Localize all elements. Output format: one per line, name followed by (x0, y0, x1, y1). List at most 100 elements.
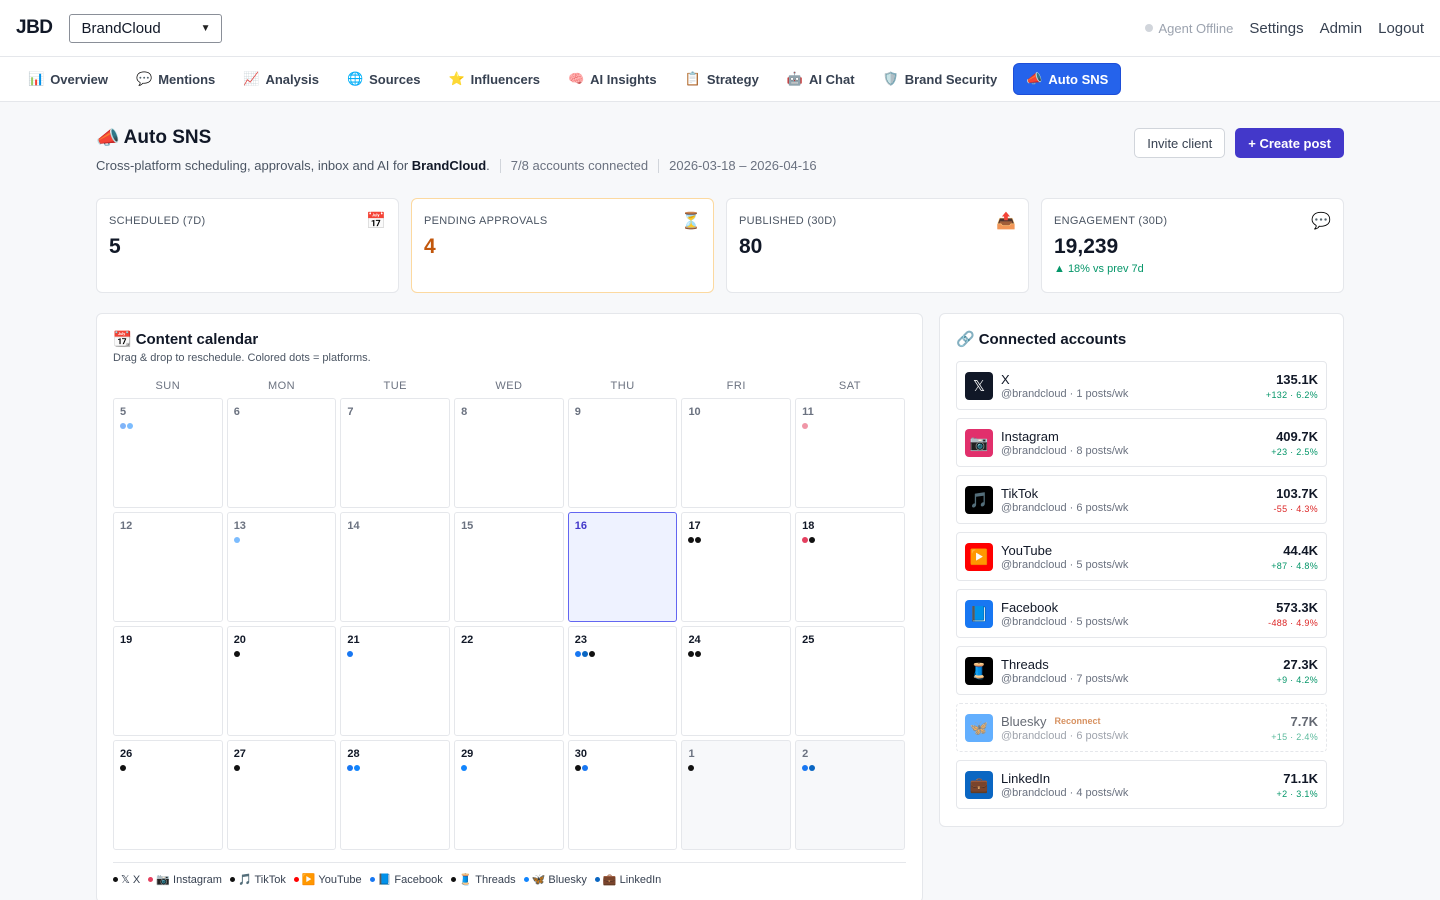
account-row-youtube[interactable]: ▶️ YouTube @brandcloud · 5 posts/wk 44.4K +8… (956, 532, 1327, 581)
calendar-day[interactable]: 26 (113, 740, 223, 850)
tab-analysis[interactable]: 📈 Analysis (231, 64, 331, 94)
calendar-day[interactable]: 18 (795, 512, 905, 622)
account-info: TikTok @brandcloud · 6 posts/wk (1001, 486, 1128, 514)
stat-label: PUBLISHED (30D) (739, 215, 837, 227)
facebook-post-dot[interactable] (581, 765, 588, 771)
stat-value: 4 (424, 235, 436, 258)
facebook-post-dot[interactable] (120, 423, 126, 429)
calendar-day[interactable]: 23 (567, 626, 678, 736)
facebook-post-dot[interactable] (347, 765, 354, 771)
tab-ai-insights[interactable]: 🧠 AI Insights (556, 64, 669, 94)
x-post-dot[interactable] (688, 651, 695, 657)
calendar-day[interactable]: 14 (340, 512, 451, 622)
calendar-day[interactable]: 6 (226, 398, 337, 508)
calendar-day[interactable]: 15 (454, 512, 564, 622)
tiktok-post-dot[interactable] (120, 765, 126, 771)
create-post-button[interactable]: + Create post (1235, 128, 1344, 158)
facebook-post-dot[interactable] (802, 765, 809, 771)
x-post-dot[interactable] (588, 651, 595, 657)
account-name-text: Bluesky (1001, 713, 1047, 729)
settings-link[interactable]: Settings (1249, 20, 1303, 37)
calendar-icon: 📅 (366, 213, 386, 230)
app-logo[interactable]: JBD (16, 17, 53, 39)
x-post-dot[interactable] (574, 765, 581, 771)
calendar-day[interactable]: 2 (795, 740, 905, 850)
follower-delta: +23 · 2.5% (1271, 446, 1318, 457)
x-post-dot[interactable] (688, 537, 695, 543)
calendar-grid: 5 6 7 8 9 10 11 12 13 14 15 16 17 18 19 20 21 22 23 24 25 26 2… (113, 398, 906, 850)
day-number: 28 (347, 748, 360, 760)
calendar-day-today[interactable]: 16 (567, 512, 678, 622)
calendar-day[interactable]: 9 (567, 398, 678, 508)
account-row-threads[interactable]: 🧵 Threads @brandcloud · 7 posts/wk 27.3K +9 … (956, 646, 1327, 695)
calendar-day[interactable]: 27 (226, 740, 337, 850)
account-row-facebook[interactable]: 📘 Facebook @brandcloud · 5 posts/wk 573.3K -… (956, 589, 1327, 638)
calendar-day[interactable]: 29 (454, 740, 564, 850)
calendar-day[interactable]: 25 (795, 626, 905, 736)
follower-count: 573.3K (1276, 599, 1318, 615)
tab-influencers[interactable]: ⭐ Influencers (436, 64, 552, 94)
weekday-fri: FRI (726, 380, 746, 392)
instagram-post-dot[interactable] (802, 537, 809, 543)
invite-client-button[interactable]: Invite client (1134, 128, 1226, 158)
threads-post-dot[interactable] (233, 765, 240, 771)
post-dots (233, 537, 330, 543)
account-info: Threads @brandcloud · 7 posts/wk (1001, 657, 1128, 685)
tab-sources[interactable]: 🌐 Sources (335, 64, 433, 94)
bluesky-post-dot[interactable] (461, 765, 468, 771)
stat-card-pending-approvals[interactable]: PENDING APPROVALS 4 ⏳ (411, 198, 714, 293)
tab-mentions[interactable]: 💬 Mentions (124, 64, 227, 94)
tiktok-post-dot[interactable] (695, 537, 702, 543)
admin-link[interactable]: Admin (1320, 20, 1363, 37)
account-row-bluesky[interactable]: 🦋 Bluesky Reconnect @brandcloud · 6 posts/w… (956, 703, 1327, 752)
facebook-post-dot[interactable] (574, 651, 581, 657)
post-dots (802, 423, 898, 429)
day-number: 19 (120, 634, 133, 646)
post-dots (575, 423, 671, 429)
threads-post-dot[interactable] (809, 537, 816, 543)
calendar-day[interactable]: 13 (226, 512, 337, 622)
post-dots (120, 765, 216, 771)
facebook-post-dot[interactable] (347, 651, 354, 657)
calendar-day[interactable]: 17 (681, 512, 792, 622)
tab-overview[interactable]: 📊 Overview (16, 64, 120, 94)
account-row-linkedin[interactable]: 💼 LinkedIn @brandcloud · 4 posts/wk 71.1K +2… (956, 760, 1327, 809)
calendar-day[interactable]: 5 (113, 398, 223, 508)
calendar-day[interactable]: 7 (340, 398, 451, 508)
instagram-icon: 📷 (965, 428, 993, 457)
reconnect-link[interactable]: Reconnect (1055, 716, 1101, 726)
linkedin-post-dot[interactable] (809, 765, 816, 771)
calendar-day[interactable]: 11 (795, 398, 905, 508)
bluesky-post-dot[interactable] (354, 765, 361, 771)
tab-ai-chat[interactable]: 🤖 AI Chat (775, 64, 867, 94)
tab-brand-security[interactable]: 🛡️ Brand Security (871, 64, 1010, 94)
calendar-day[interactable]: 30 (567, 740, 678, 850)
calendar-day[interactable]: 24 (681, 626, 792, 736)
brand-select[interactable]: BrandCloud ▼ (68, 13, 222, 43)
logout-link[interactable]: Logout (1378, 20, 1424, 37)
bluesky-post-dot[interactable] (127, 423, 133, 429)
instagram-post-dot[interactable] (802, 423, 809, 429)
calendar-day[interactable]: 8 (454, 398, 564, 508)
account-row-instagram[interactable]: 📷 Instagram @brandcloud · 8 posts/wk 409.7K… (956, 418, 1327, 467)
calendar-day[interactable]: 22 (454, 626, 564, 736)
calendar-day[interactable]: 1 (681, 740, 792, 850)
tab-label: Strategy (706, 71, 759, 87)
tiktok-post-dot[interactable] (688, 765, 695, 771)
bluesky-post-dot[interactable] (233, 537, 240, 543)
threads-post-dot[interactable] (695, 651, 702, 657)
account-stats: 135.1K +132 · 6.2% (1266, 372, 1318, 400)
tab-strategy[interactable]: 📋 Strategy (673, 64, 771, 94)
tab-auto-sns[interactable]: 📣 Auto SNS (1013, 63, 1122, 95)
calendar-day[interactable]: 19 (113, 626, 223, 736)
calendar-day[interactable]: 20 (226, 626, 337, 736)
linkedin-post-dot[interactable] (581, 651, 588, 657)
account-row-tiktok[interactable]: 🎵 TikTok @brandcloud · 6 posts/wk 103.7K -55… (956, 475, 1327, 524)
calendar-day[interactable]: 12 (113, 512, 223, 622)
calendar-day[interactable]: 21 (340, 626, 451, 736)
threads-post-dot[interactable] (233, 651, 240, 657)
calendar-day[interactable]: 28 (340, 740, 451, 850)
account-row-x[interactable]: 𝕏 X @brandcloud · 1 posts/wk 135.1K +132 · 6… (956, 361, 1327, 410)
calendar-day[interactable]: 10 (681, 398, 792, 508)
account-name: Instagram (1001, 429, 1128, 444)
